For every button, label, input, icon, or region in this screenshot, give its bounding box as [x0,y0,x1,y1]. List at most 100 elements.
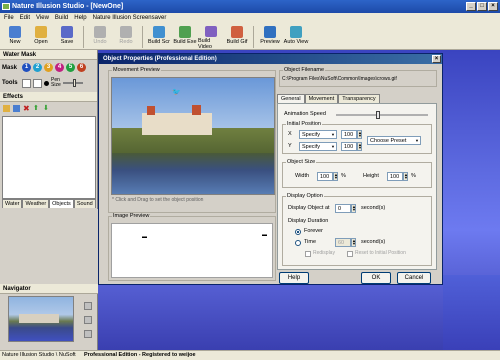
movement-preview-label: Movement Preview [112,67,161,73]
menu-item[interactable]: View [36,13,49,24]
pen-size-slider[interactable] [62,79,83,87]
reset-checkbox[interactable] [347,251,353,257]
delete-effect-icon[interactable]: ✖ [23,105,30,113]
display-at-input[interactable]: 0 [335,204,351,213]
dialog-close-icon[interactable]: × [432,55,441,63]
image-preview-label: Image Preview [112,213,151,219]
open-button[interactable]: Open [28,24,54,50]
help-button[interactable]: Help [279,272,309,284]
toolbar-label: Build Gif [226,39,248,45]
navigator-header: Navigator [0,284,98,294]
build-scr-button[interactable]: Build Scr [146,24,172,50]
redisplay-checkbox[interactable] [305,251,311,257]
zoom-in-icon[interactable] [84,302,92,310]
time-spinner[interactable]: ▲ ▼ [351,238,356,247]
canvas-water [443,275,500,350]
auto-view-button[interactable]: Auto View [283,24,309,50]
toolbar-label: Save [60,39,74,45]
crow-icon: 🐦 [172,89,181,96]
size-label: Size [51,82,61,88]
forever-radio[interactable] [295,229,301,235]
open-effect-icon[interactable] [3,105,10,112]
ok-button[interactable]: OK [361,272,391,284]
redisplay-label: Redisplay [313,250,335,256]
zoom-fit-icon[interactable] [84,316,92,324]
navigator-thumbnail[interactable] [8,296,74,342]
time-radio[interactable] [295,240,301,246]
redo-icon [120,26,132,38]
movement-preview-image[interactable]: 🐦 [111,77,275,195]
build-video-button[interactable]: Build Video [198,24,224,50]
close-icon[interactable]: × [488,2,498,11]
tab-weather[interactable]: Weather [22,199,50,208]
filename-group: Object Filename C:\Program Files\NuSoft\… [279,67,437,87]
tab-water[interactable]: Water [2,199,23,208]
height-spinner[interactable]: ▲ ▼ [403,172,408,181]
filename-label: Object Filename [283,67,326,73]
toolbar-label: Auto View [283,39,309,45]
image-preview-group: Image Preview ▬ ▬ [108,213,276,281]
mask-layer-4[interactable]: 4 [55,63,64,72]
preview-castle [142,113,212,135]
tools-row: Tools Pen Size [2,78,83,88]
move-down-icon[interactable]: ⬇ [43,105,50,112]
new-button[interactable]: New [2,24,28,50]
tab-objects[interactable]: Objects [49,199,74,208]
pen-tool-icon[interactable] [22,78,31,88]
mask-label: Mask [2,64,18,71]
effects-list[interactable] [2,116,96,199]
mask-layer-5[interactable]: 5 [66,63,75,72]
build-gif-button[interactable]: Build Gif [224,24,250,50]
eraser-tool-icon[interactable] [33,78,42,88]
effects-toolbar: ✖ ⬆ ⬇ [3,105,50,113]
time-seconds: second(s) [361,239,386,245]
animation-speed-slider[interactable] [336,111,428,119]
y-value-input[interactable]: 100 [341,142,357,151]
tab-transparency[interactable]: Transparency [338,94,380,103]
zoom-out-icon[interactable] [84,330,92,338]
preview-tower-roof [147,106,155,115]
filename-value[interactable]: C:\Program Files\NuSoft\Common\Images\cr… [282,76,397,82]
toolbar-label: Build Exe [173,39,197,45]
menu-item[interactable]: Help [74,13,86,24]
width-spinner[interactable]: ▲ ▼ [333,172,338,181]
edit-effect-icon[interactable] [13,105,20,112]
width-percent: % [341,173,346,179]
tab-sound[interactable]: Sound [73,199,96,208]
y-mode-select[interactable]: Specify ▼ [299,142,337,151]
title-bar: Nature Illusion Studio - [NewOne] _ □ × [0,0,500,13]
menu-item[interactable]: Edit [20,13,30,24]
mask-layer-1[interactable]: 1 [22,63,31,72]
x-mode-select[interactable]: Specify ▼ [299,130,337,139]
mask-layer-2[interactable]: 2 [33,63,42,72]
tab-general[interactable]: General [277,94,305,103]
cancel-button[interactable]: Cancel [397,272,431,284]
preview-button[interactable]: Preview [257,24,283,50]
menu-item[interactable]: Build [55,13,68,24]
tab-movement[interactable]: Movement [304,94,339,103]
x-value-input[interactable]: 100 [341,130,357,139]
mask-layer-6[interactable]: 6 [77,63,86,72]
toolbar-label: New [9,39,21,45]
animation-speed-thumb[interactable] [375,111,380,119]
choose-preset-select[interactable]: Choose Preset ▼ [367,136,421,145]
save-button[interactable]: Save [54,24,80,50]
menu-item[interactable]: Nature Illusion Screensaver [93,13,167,24]
height-input[interactable]: 100 [387,172,403,181]
menu-item[interactable]: File [4,13,14,24]
redo-button[interactable]: Redo [113,24,139,50]
x-spinner[interactable]: ▲ ▼ [357,130,362,139]
width-input[interactable]: 100 [317,172,333,181]
mask-layer-3[interactable]: 3 [44,63,53,72]
build-exe-button[interactable]: Build Exe [172,24,198,50]
maximize-icon[interactable]: □ [477,2,487,11]
display-at-spinner[interactable]: ▲ ▼ [351,204,356,213]
undo-button[interactable]: Undo [87,24,113,50]
time-label: Time [304,239,317,245]
minimize-icon[interactable]: _ [466,2,476,11]
y-spinner[interactable]: ▲ ▼ [357,142,362,151]
dialog-title: Object Properties (Professional Edition) [103,56,217,62]
tools-label: Tools [2,80,18,86]
time-input[interactable]: 60 [335,238,351,247]
move-up-icon[interactable]: ⬆ [33,105,40,112]
